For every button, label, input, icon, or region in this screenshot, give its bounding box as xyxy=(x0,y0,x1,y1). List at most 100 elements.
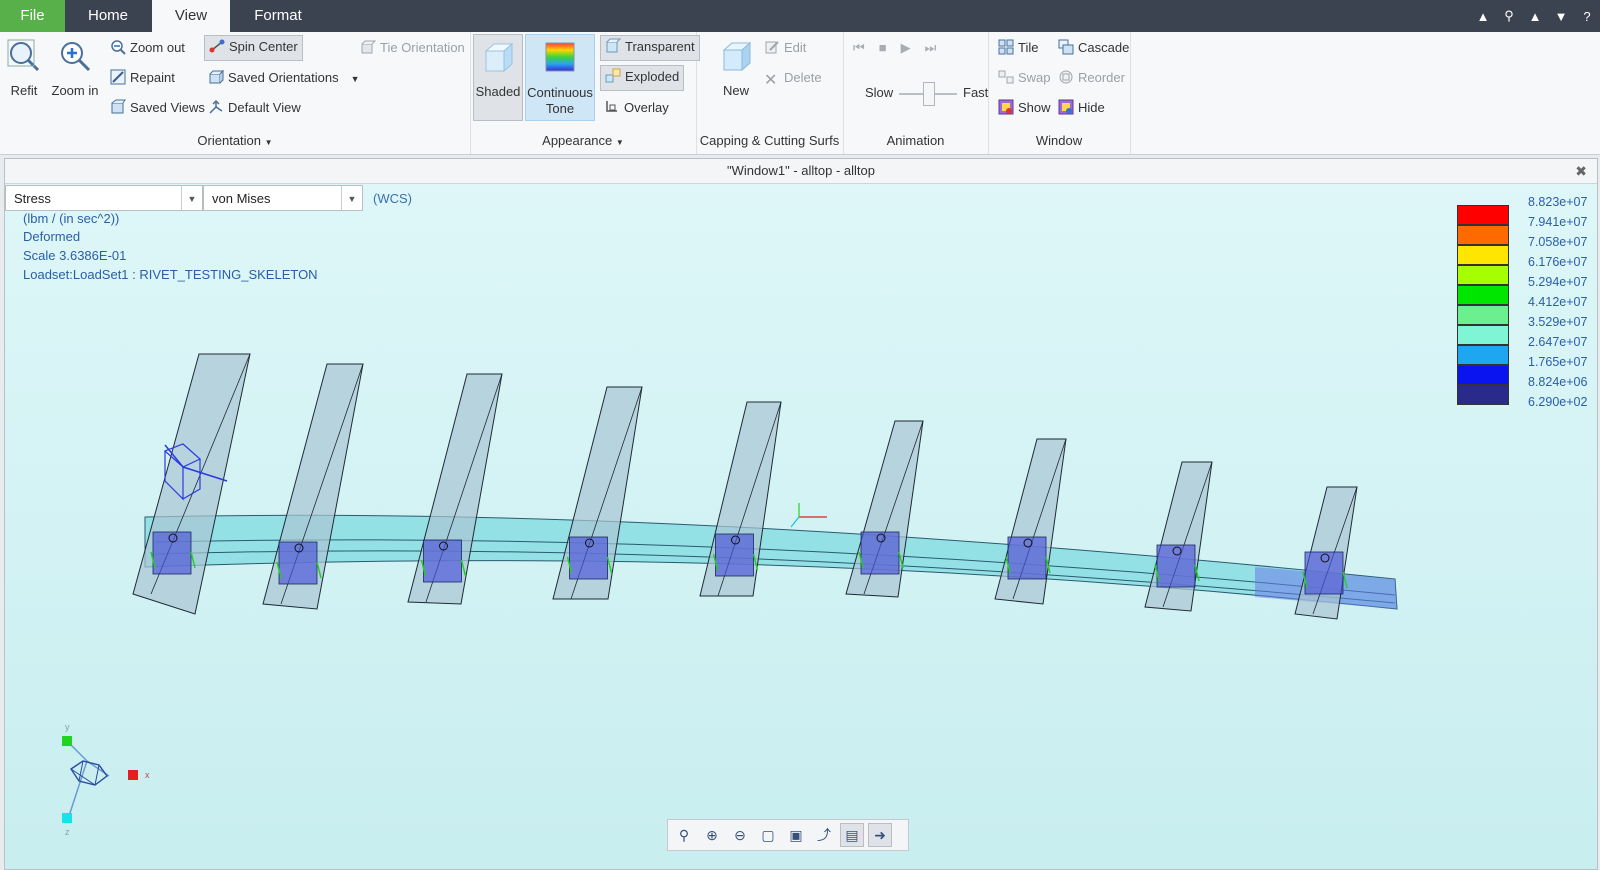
chevron-down-icon[interactable]: ▼ xyxy=(1554,9,1568,24)
triad-z-label: z xyxy=(65,827,70,837)
first-frame-icon[interactable]: ⏮ xyxy=(853,40,865,56)
learning-connector-icon[interactable]: ▲ xyxy=(1528,9,1542,24)
stop-icon[interactable]: ■ xyxy=(879,40,887,56)
edit-button[interactable]: Edit xyxy=(760,36,810,60)
default-view-label: Default View xyxy=(228,100,301,115)
exploded-icon xyxy=(605,68,621,83)
hide-icon xyxy=(1058,99,1074,115)
default-view-button[interactable]: Default View xyxy=(204,96,305,120)
speed-slider-handle[interactable] xyxy=(923,82,935,106)
group-label-capping: Capping & Cutting Surfs xyxy=(699,133,840,148)
repaint-icon[interactable]: ▢ xyxy=(756,823,780,847)
delete-button[interactable]: ✕ Delete xyxy=(760,66,826,90)
edit-icon xyxy=(765,41,779,54)
zoom-out-button[interactable]: Zoom out xyxy=(106,36,189,60)
show-button[interactable]: Show xyxy=(994,96,1055,120)
rivet-region xyxy=(278,541,318,585)
cascade-button[interactable]: Cascade xyxy=(1054,36,1133,60)
swap-label: Swap xyxy=(1018,70,1051,85)
repaint-button[interactable]: Repaint xyxy=(106,66,179,90)
rivet-region xyxy=(1304,551,1344,595)
tab-format[interactable]: Format xyxy=(232,0,324,32)
swap-icon xyxy=(998,70,1014,84)
transparent-button[interactable]: Transparent xyxy=(600,35,700,61)
chevron-down-icon: ▼ xyxy=(264,138,273,147)
group-capping: New Edit ✕ Delete Capping & Cutting Surfs xyxy=(696,32,844,154)
default-view-icon xyxy=(209,99,223,114)
continuous-tone-button[interactable]: Continuous Tone xyxy=(525,34,595,121)
delete-label: Delete xyxy=(784,70,822,85)
tab-home[interactable]: Home xyxy=(65,0,151,32)
orientation-label: Orientation xyxy=(197,133,262,148)
zoom-in-button[interactable]: Zoom in xyxy=(50,38,100,98)
shaded-button[interactable]: Shaded xyxy=(473,34,523,121)
rivet-region xyxy=(715,533,754,577)
last-frame-icon[interactable]: ⏭ xyxy=(925,40,937,56)
exploded-button[interactable]: Exploded xyxy=(600,65,685,91)
refit-label: Refit xyxy=(10,83,38,98)
group-label-orientation[interactable]: Orientation ▼ xyxy=(0,133,470,148)
rivet-region xyxy=(423,539,462,583)
graphics-window[interactable]: "Window1" - alltop - alltop ✖ Stress ▼ v… xyxy=(4,158,1598,870)
tile-button[interactable]: Tile xyxy=(994,36,1042,60)
shaded-icon xyxy=(484,42,514,73)
rib xyxy=(132,353,251,615)
tab-view[interactable]: View xyxy=(152,0,230,32)
swap-button[interactable]: Swap xyxy=(994,66,1055,90)
zoom-in-icon[interactable]: ⊕ xyxy=(700,823,724,847)
tile-label: Tile xyxy=(1018,40,1039,55)
rivet-region xyxy=(1007,536,1047,580)
play-icon[interactable]: ▶ xyxy=(901,40,911,56)
spin-center-button[interactable]: Spin Center xyxy=(204,35,303,61)
overlay-label: Overlay xyxy=(624,100,669,115)
group-window: Tile Cascade Swap Reorder Show Hide Wind… xyxy=(988,32,1131,154)
cascade-label: Cascade xyxy=(1078,40,1130,55)
search-icon[interactable]: ⚲ xyxy=(1502,8,1516,24)
view-toolbar: ⚲ ⊕ ⊖ ▢ ▣ ⤴ ▤ ➜ xyxy=(667,819,909,851)
saved-views-label: Saved Views xyxy=(130,100,205,115)
continuous-tone-label-line2: Tone xyxy=(545,101,575,116)
group-label-appearance[interactable]: Appearance ▼ xyxy=(470,133,696,148)
hide-button[interactable]: Hide xyxy=(1054,96,1109,120)
rivet-region xyxy=(152,531,192,575)
rivet-region xyxy=(1156,544,1196,588)
refit-button[interactable]: Refit xyxy=(4,38,44,98)
stringer-beam xyxy=(144,514,1398,610)
chevron-down-icon: ▼ xyxy=(350,74,360,84)
collapse-ribbon-icon[interactable]: ▲ xyxy=(1476,9,1490,24)
cascade-icon xyxy=(1058,39,1074,55)
tab-file[interactable]: File xyxy=(0,0,65,32)
chevron-down-icon: ▼ xyxy=(615,138,624,147)
y-axis-marker xyxy=(62,736,72,746)
overlay-button[interactable]: Overlay xyxy=(600,96,673,120)
fea-model-view[interactable] xyxy=(5,159,1597,869)
saved-views-button[interactable]: Saved Views xyxy=(106,96,209,120)
zoom-out-icon[interactable]: ⊖ xyxy=(728,823,752,847)
exploded-label: Exploded xyxy=(625,69,680,84)
zoom-out-label: Zoom out xyxy=(130,40,185,55)
continuous-tone-icon xyxy=(545,42,575,72)
saved-orientations-icon[interactable]: ▣ xyxy=(784,823,808,847)
tie-orientation-button[interactable]: Tie Orientation xyxy=(356,36,469,60)
default-view-icon[interactable]: ⤴ xyxy=(812,823,836,847)
shaded-label: Shaded xyxy=(475,84,521,99)
spin-center-icon[interactable]: ➜ xyxy=(868,823,892,847)
zoom-in-icon xyxy=(61,42,91,72)
overlay-icon xyxy=(606,101,617,112)
hide-label: Hide xyxy=(1078,100,1105,115)
show-label: Show xyxy=(1018,100,1051,115)
help-icon[interactable]: ? xyxy=(1580,9,1594,24)
saved-orientations-button[interactable]: Saved Orientations ▼ xyxy=(204,66,364,90)
fast-label: Fast xyxy=(963,85,989,100)
reorder-button[interactable]: Reorder xyxy=(1054,66,1129,90)
delete-icon: ✕ xyxy=(764,72,778,89)
z-axis-marker xyxy=(62,813,72,823)
transparent-icon xyxy=(606,38,621,53)
saved-orientations-icon xyxy=(209,69,224,84)
ribbon: Refit Zoom in Zoom out Repaint Saved Vie… xyxy=(0,32,1600,155)
title-bar-icons: ▲ ⚲ ▲ ▼ ? xyxy=(1476,0,1594,32)
refit-icon[interactable]: ⚲ xyxy=(672,823,696,847)
display-style-icon[interactable]: ▤ xyxy=(840,823,864,847)
new-cap-button[interactable]: New xyxy=(716,38,756,98)
spin-center-z xyxy=(790,516,800,528)
